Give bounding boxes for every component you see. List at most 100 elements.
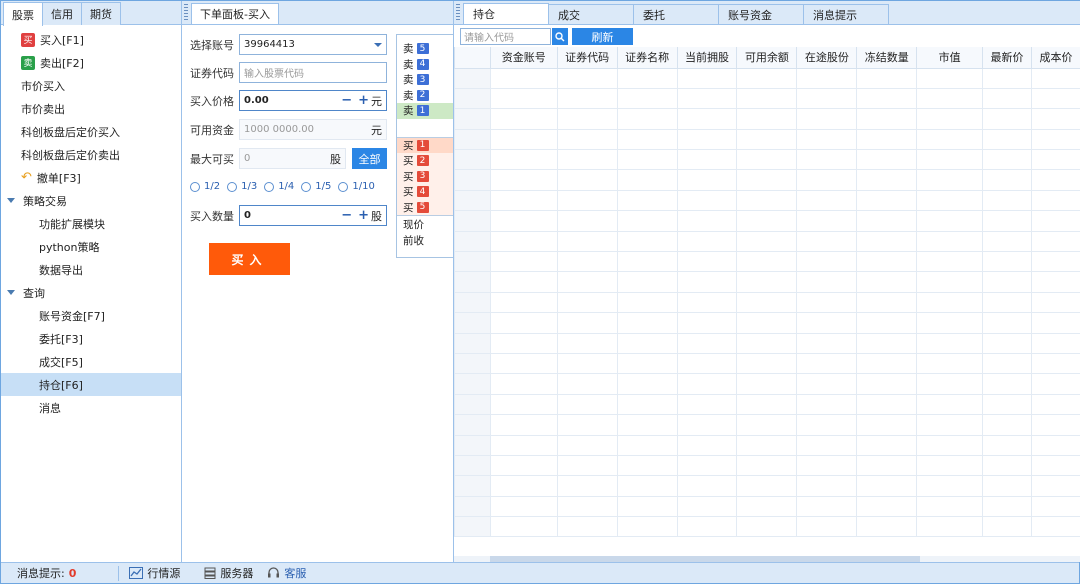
table-row[interactable] [454,128,1080,151]
table-cell[interactable] [796,312,858,334]
table-cell[interactable] [856,332,918,354]
row-header-cell[interactable] [454,373,491,395]
table-cell[interactable] [489,87,558,110]
table-cell[interactable] [489,291,558,314]
table-cell[interactable] [1030,108,1080,130]
table-cell[interactable] [916,149,984,171]
table-cell[interactable] [1030,516,1080,538]
table-cell[interactable] [556,516,618,538]
table-row[interactable] [454,108,1080,130]
table-row[interactable] [454,434,1080,456]
table-cell[interactable] [982,393,1032,416]
buy-level-3[interactable]: 买3 [397,169,453,185]
table-cell[interactable] [616,291,678,314]
table-cell[interactable] [616,373,678,395]
tab-account-funds[interactable]: 账号资金 [718,4,804,24]
col-market-value[interactable]: 市值 [916,47,984,69]
table-cell[interactable] [1030,87,1080,110]
table-cell[interactable] [676,67,738,89]
table-cell[interactable] [796,271,858,293]
table-cell[interactable] [796,414,858,436]
table-cell[interactable] [982,291,1032,314]
table-cell[interactable] [489,312,558,334]
fraction-quarter-radio[interactable]: 1/4 [264,181,294,192]
table-cell[interactable] [616,352,678,375]
table-cell[interactable] [736,271,798,293]
nav-item-trades[interactable]: 成交[F5] [1,350,181,373]
table-cell[interactable] [489,271,558,293]
nav-item-data-export[interactable]: 数据导出 [1,258,181,281]
row-header-cell[interactable] [454,312,491,334]
table-cell[interactable] [556,189,618,212]
nav-item-market-sell[interactable]: 市价卖出 [1,97,181,120]
table-row[interactable] [454,475,1080,497]
table-cell[interactable] [489,230,558,253]
nav-item-messages[interactable]: 消息 [1,396,181,419]
row-header-cell[interactable] [454,352,491,375]
search-button[interactable] [552,28,568,45]
tab-positions[interactable]: 持仓 [463,3,549,24]
table-cell[interactable] [556,495,618,518]
col-in-transit[interactable]: 在途股份 [796,47,858,69]
table-cell[interactable] [796,251,858,273]
table-cell[interactable] [856,230,918,253]
table-row[interactable] [454,495,1080,518]
table-cell[interactable] [676,108,738,130]
table-cell[interactable] [796,454,858,477]
table-cell[interactable] [916,475,984,497]
table-cell[interactable] [489,373,558,395]
table-cell[interactable] [982,251,1032,273]
table-cell[interactable] [982,271,1032,293]
table-cell[interactable] [616,251,678,273]
table-cell[interactable] [676,271,738,293]
table-cell[interactable] [736,108,798,130]
nav-group-query[interactable]: 查询 [1,281,181,304]
table-row[interactable] [454,291,1080,314]
sell-level-2[interactable]: 卖2 [397,88,453,104]
table-cell[interactable] [796,87,858,110]
tab-stocks[interactable]: 股票 [3,2,43,26]
table-cell[interactable] [1030,291,1080,314]
table-cell[interactable] [736,495,798,518]
table-cell[interactable] [1030,230,1080,253]
table-cell[interactable] [916,271,984,293]
table-cell[interactable] [796,230,858,253]
table-cell[interactable] [856,373,918,395]
table-cell[interactable] [489,149,558,171]
table-cell[interactable] [489,251,558,273]
security-code-input[interactable]: 输入股票代码 [239,62,387,83]
table-cell[interactable] [982,454,1032,477]
nav-item-star-afterhours-buy[interactable]: 科创板盘后定价买入 [1,120,181,143]
table-cell[interactable] [616,312,678,334]
table-cell[interactable] [1030,414,1080,436]
table-cell[interactable] [736,67,798,89]
table-cell[interactable] [489,189,558,212]
table-cell[interactable] [796,169,858,191]
table-row[interactable] [454,312,1080,334]
table-cell[interactable] [796,373,858,395]
table-row[interactable] [454,169,1080,191]
table-cell[interactable] [676,454,738,477]
table-cell[interactable] [489,393,558,416]
table-cell[interactable] [916,169,984,191]
table-cell[interactable] [1030,434,1080,456]
row-header-cell[interactable] [454,128,491,151]
caret-down-icon[interactable] [7,290,15,295]
table-cell[interactable] [856,87,918,110]
table-cell[interactable] [916,332,984,354]
table-cell[interactable] [856,516,918,538]
row-header-cell[interactable] [454,454,491,477]
table-cell[interactable] [916,312,984,334]
nav-item-star-afterhours-sell[interactable]: 科创板盘后定价卖出 [1,143,181,166]
table-cell[interactable] [736,312,798,334]
table-cell[interactable] [736,454,798,477]
col-account[interactable]: 资金账号 [489,47,558,69]
table-cell[interactable] [856,149,918,171]
table-cell[interactable] [556,312,618,334]
row-header-cell[interactable] [454,414,491,436]
table-cell[interactable] [676,149,738,171]
table-cell[interactable] [916,210,984,232]
sell-level-5[interactable]: 卖5 [397,41,453,57]
table-cell[interactable] [676,189,738,212]
sell-level-3[interactable]: 卖3 [397,72,453,88]
